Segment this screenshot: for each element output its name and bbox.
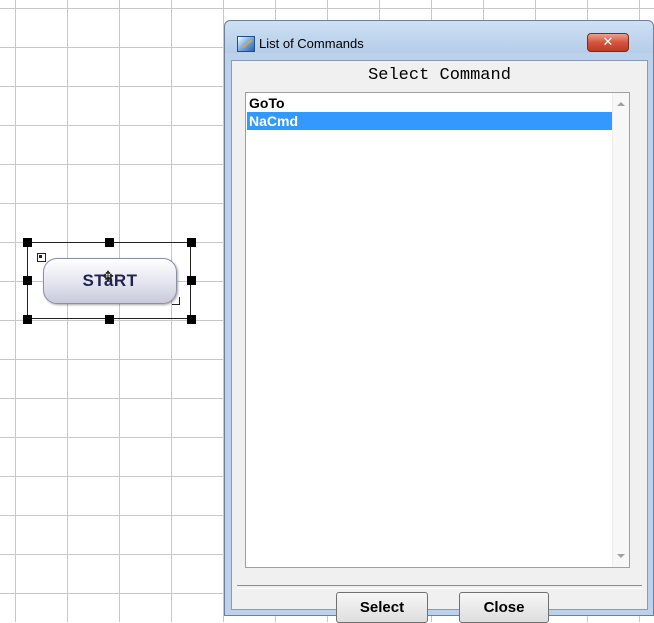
app-icon (237, 36, 255, 52)
list-of-commands-dialog: List of Commands ✕ Select Command GoTo N… (224, 20, 654, 623)
vertical-scrollbar[interactable] (612, 93, 629, 567)
resize-handle-bottom-right[interactable] (187, 315, 196, 324)
close-button[interactable]: Close (459, 592, 549, 623)
resize-handle-top[interactable] (105, 238, 114, 247)
list-item-goto[interactable]: GoTo (247, 94, 613, 112)
select-button[interactable]: Select (336, 592, 428, 623)
resize-handle-right[interactable] (187, 276, 196, 285)
scroll-down-icon[interactable] (617, 554, 625, 558)
group-corner-icon (37, 253, 46, 262)
select-command-heading: Select Command (368, 66, 511, 85)
window-close-button[interactable]: ✕ (587, 33, 629, 52)
move-icon[interactable]: ✥ (100, 269, 116, 285)
scroll-up-icon[interactable] (617, 102, 625, 106)
resize-handle-bottom[interactable] (105, 315, 114, 324)
resize-handle-top-left[interactable] (23, 238, 32, 247)
dialog-client-area: Select Command GoTo NaCmd Select Close (231, 60, 648, 623)
resize-handle-top-right[interactable] (187, 238, 196, 247)
dialog-titlebar[interactable]: List of Commands ✕ (225, 21, 653, 53)
command-listbox[interactable]: GoTo NaCmd (245, 92, 630, 568)
resize-handle-left[interactable] (23, 276, 32, 285)
dialog-title: List of Commands (259, 36, 364, 51)
resize-handle-bottom-left[interactable] (23, 315, 32, 324)
divider (237, 585, 642, 589)
list-item-nacmd[interactable]: NaCmd (247, 112, 613, 130)
